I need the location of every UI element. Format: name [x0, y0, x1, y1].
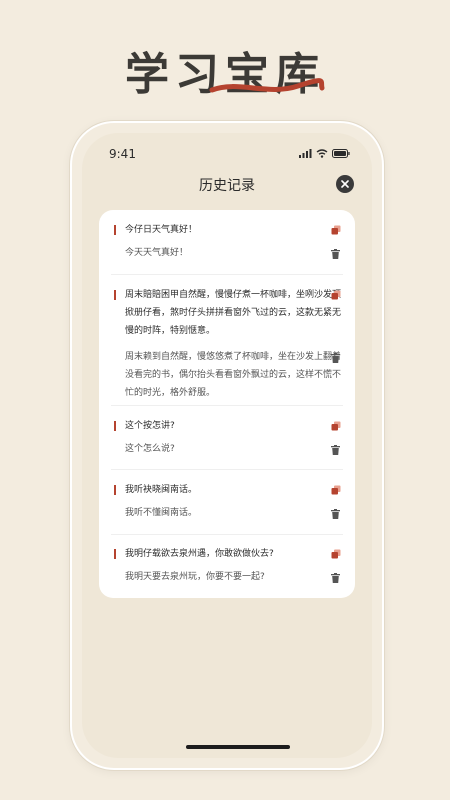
accent-bar [114, 290, 116, 300]
home-indicator[interactable] [186, 745, 290, 749]
close-button[interactable] [336, 175, 354, 193]
original-text: 今仔日天气真好！ [125, 225, 198, 235]
accent-bar [114, 485, 116, 495]
original-text: 我明仔载欲去泉州遇，你敢欲做伙去? [125, 549, 274, 559]
copy-icon[interactable] [331, 290, 341, 300]
original-text: 我听袂晓闽南话。 [125, 485, 198, 495]
trash-icon[interactable] [331, 249, 340, 259]
wifi-icon [316, 149, 328, 158]
translation-text: 周末赖到自然醒，慢悠悠煮了杯咖啡，坐在沙发上翻着没看完的书，偶尔抬头看看窗外飘过… [125, 352, 342, 398]
accent-bar [114, 421, 116, 431]
history-item: 我明仔载欲去泉州遇，你敢欲做伙去? 我明天要去泉州玩，你要不要一起? [99, 535, 355, 598]
copy-icon[interactable] [331, 225, 341, 235]
translation-text: 这个怎么说? [125, 444, 175, 454]
translation-text: 今天天气真好！ [125, 248, 189, 258]
original-text: 周末賠賠困甲自然醒，慢慢仔煮一杯咖啡，坐咧沙发顶掀册仔看，煞时仔头拼拼看窗外飞过… [125, 290, 342, 336]
status-bar: 9:41 [82, 147, 372, 167]
history-item: 我听袂晓闽南话。 我听不懂闽南话。 [99, 470, 355, 535]
phone-frame: 9:41 历史记录 今仔日天气真好！ 今天天气真好！ 周末賠賠困甲自然醒，慢慢仔… [70, 121, 384, 770]
page-title: 历史记录 [199, 178, 255, 194]
status-time: 9:41 [109, 147, 136, 161]
trash-icon[interactable] [331, 509, 340, 519]
history-item: 今仔日天气真好！ 今天天气真好！ [99, 210, 355, 275]
app-screen: 9:41 历史记录 今仔日天气真好！ 今天天气真好！ 周末賠賠困甲自然醒，慢慢仔… [82, 133, 372, 758]
trash-icon[interactable] [331, 573, 340, 583]
history-item: 这个按怎讲? 这个怎么说? [99, 406, 355, 470]
original-text: 这个按怎讲? [125, 421, 175, 431]
translation-text: 我明天要去泉州玩，你要不要一起? [125, 572, 265, 582]
copy-icon[interactable] [331, 421, 341, 431]
trash-icon[interactable] [331, 445, 340, 455]
status-icons [299, 149, 350, 158]
copy-icon[interactable] [331, 549, 341, 559]
battery-icon [332, 149, 350, 158]
history-list: 今仔日天气真好！ 今天天气真好！ 周末賠賠困甲自然醒，慢慢仔煮一杯咖啡，坐咧沙发… [99, 210, 355, 598]
close-icon [341, 180, 349, 188]
copy-icon[interactable] [331, 485, 341, 495]
hero-underline-brush [209, 78, 325, 93]
accent-bar [114, 549, 116, 559]
history-item: 周末賠賠困甲自然醒，慢慢仔煮一杯咖啡，坐咧沙发顶掀册仔看，煞时仔头拼拼看窗外飞过… [99, 275, 355, 406]
accent-bar [114, 225, 116, 235]
trash-icon[interactable] [331, 353, 340, 363]
translation-text: 我听不懂闽南话。 [125, 508, 198, 518]
signal-icon [299, 149, 312, 158]
